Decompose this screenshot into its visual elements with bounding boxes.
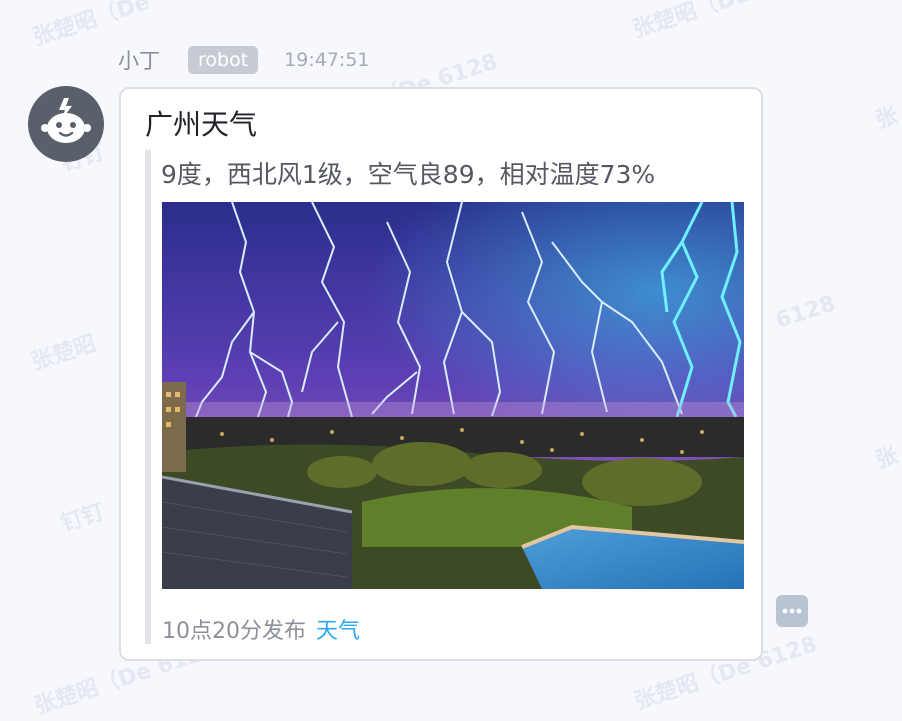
watermark: 张 (872, 103, 902, 134)
weather-link[interactable]: 天气 (316, 619, 360, 644)
message-timestamp: 19:47:51 (284, 49, 370, 71)
card-title: 广州天气 (145, 108, 258, 141)
watermark: 张 (872, 443, 902, 474)
sender-name[interactable]: 小丁 (118, 45, 160, 75)
watermark: 6128 (772, 291, 839, 334)
message-header: 小丁 robot 19:47:51 (118, 44, 370, 76)
robot-badge: robot (188, 46, 259, 74)
watermark: 张楚昭 (28, 331, 100, 376)
weather-description: 9度，西北风1级，空气良89，相对温度73% (161, 160, 656, 189)
watermark: 张楚昭（De (629, 0, 753, 43)
watermark: 钉钉 (57, 499, 108, 538)
publish-time: 10点20分发布 (162, 619, 306, 644)
quote-bar (145, 150, 151, 644)
lightning-storm-over-city-photo[interactable] (162, 202, 744, 589)
more-horizontal-icon[interactable] (776, 595, 808, 627)
robot-avatar-icon[interactable] (28, 86, 104, 162)
weather-card[interactable]: 广州天气 9度，西北风1级，空气良89，相对温度73% 10点20分发布 天气 (119, 87, 763, 661)
card-footer: 10点20分发布 天气 (162, 613, 360, 645)
